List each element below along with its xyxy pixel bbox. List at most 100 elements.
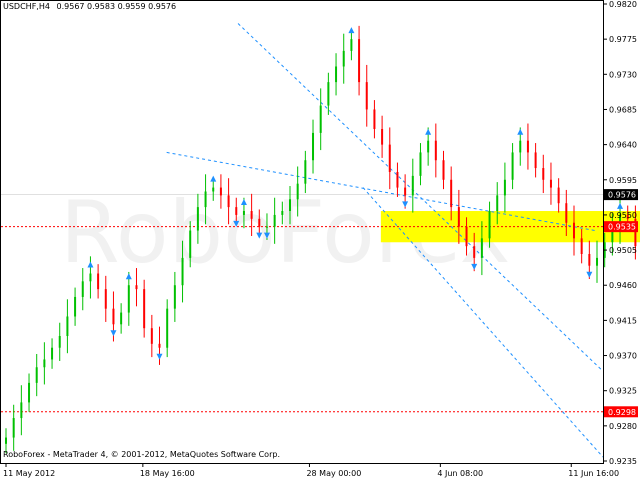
bear-candle: [143, 289, 146, 329]
bull-candle: [519, 140, 522, 153]
bear-candle: [457, 207, 460, 227]
x-tick-label: 4 Jun 08:00: [437, 469, 483, 478]
fractal-up-arrow: [425, 128, 432, 135]
bull-candle: [20, 402, 23, 419]
y-tick-label: 0.9685: [609, 105, 637, 114]
bear-candle: [388, 144, 391, 172]
bear-candle: [442, 160, 445, 180]
bull-candle: [89, 273, 92, 282]
bear-candle: [112, 308, 115, 325]
y-tick-label: 0.9640: [609, 141, 637, 150]
y-tick-label: 0.9280: [609, 422, 637, 431]
x-tick-label: 18 May 16:00: [140, 469, 195, 478]
bull-candle: [327, 82, 330, 106]
fractal-up-arrow: [617, 202, 624, 209]
fractal-up-arrow: [210, 175, 217, 182]
bear-candle: [219, 187, 222, 196]
bear-candle: [542, 168, 545, 180]
bear-candle: [450, 179, 453, 208]
chart-window[interactable]: RoboForex 0.9820 0.9775 0.9730 0.9685 0.9640…: [0, 0, 640, 480]
x-tick-label: 11 May 2012: [3, 469, 55, 478]
bear-candle: [473, 246, 476, 258]
bear-candle: [135, 285, 138, 290]
y-tick-label: 0.9460: [609, 281, 637, 290]
bull-candle: [51, 347, 54, 360]
bull-candle: [242, 211, 245, 215]
copyright-notice: RoboForex - MetaTrader 4, © 2001-2012, M…: [3, 450, 280, 459]
bull-candle: [596, 257, 599, 266]
bear-candle: [588, 253, 591, 266]
bear-candle: [465, 226, 468, 247]
bull-candle: [58, 336, 61, 348]
y-tick-label: 0.9325: [609, 387, 637, 396]
y-tick-label: 0.9595: [609, 176, 637, 185]
bull-candle: [120, 312, 123, 325]
bull-candle: [488, 211, 491, 239]
bull-candle: [296, 183, 299, 200]
bear-candle: [250, 211, 253, 219]
bear-candle: [365, 82, 368, 110]
bull-candle: [181, 257, 184, 286]
bull-candle: [74, 296, 77, 317]
bear-candle: [150, 328, 153, 344]
bear-candle: [97, 273, 100, 290]
bear-candle: [549, 179, 552, 188]
bull-candle: [511, 152, 514, 180]
price-chart[interactable]: RoboForex 0.98200.97750.97300.96850.9640…: [0, 0, 640, 480]
level-price-label: 0.9298: [608, 408, 636, 417]
bull-candle: [66, 316, 69, 337]
bull-candle: [273, 214, 276, 227]
bull-candle: [204, 191, 207, 208]
bear-candle: [227, 195, 230, 208]
y-tick-label: 0.9415: [609, 316, 637, 325]
bull-candle: [28, 382, 31, 403]
y-tick-label: 0.9820: [609, 0, 637, 9]
fractal-up-arrow: [348, 27, 355, 34]
ohlc-quote: 0.9567 0.9583 0.9559 0.9576: [56, 2, 177, 11]
bull-candle: [319, 105, 322, 133]
bull-candle: [196, 207, 199, 231]
bull-candle: [212, 187, 215, 192]
bull-candle: [304, 160, 307, 184]
y-tick-label: 0.9775: [609, 35, 637, 44]
fractal-down-arrow: [586, 271, 593, 278]
bull-candle: [503, 179, 506, 196]
bear-candle: [526, 140, 529, 153]
x-tick-label: 28 May 00:00: [306, 469, 361, 478]
bull-candle: [288, 199, 291, 212]
bear-candle: [557, 187, 560, 204]
chart-title: USDCHF,H4 0.9567 0.9583 0.9559 0.9576: [3, 2, 176, 12]
bull-candle: [342, 50, 345, 67]
bull-candle: [350, 39, 353, 51]
bear-candle: [580, 238, 583, 254]
bull-candle: [419, 152, 422, 176]
y-tick-label: 0.9730: [609, 70, 637, 79]
bear-candle: [534, 152, 537, 169]
fractal-down-arrow: [156, 353, 163, 360]
current-price-label: 0.9576: [608, 191, 636, 200]
bear-candle: [404, 187, 407, 196]
bull-candle: [480, 238, 483, 258]
bear-candle: [104, 289, 107, 309]
bear-candle: [396, 171, 399, 188]
y-tick-label: 0.9550: [609, 211, 637, 220]
bull-candle: [335, 66, 338, 83]
bear-candle: [373, 109, 376, 129]
bull-candle: [166, 308, 169, 348]
bull-candle: [127, 285, 130, 313]
bear-candle: [381, 128, 384, 145]
bull-candle: [496, 195, 499, 212]
level-price-label: 0.9535: [608, 223, 636, 232]
x-tick-label: 11 Jun 16:00: [568, 469, 619, 478]
fractal-up-arrow: [517, 128, 524, 135]
bear-candle: [258, 218, 261, 227]
bull-candle: [265, 226, 268, 228]
bear-candle: [572, 222, 575, 239]
symbol-timeframe: USDCHF,H4: [3, 2, 50, 11]
y-tick-label: 0.9235: [609, 457, 637, 466]
bull-candle: [173, 285, 176, 309]
bear-candle: [358, 39, 361, 83]
bear-candle: [235, 207, 238, 215]
bull-candle: [43, 359, 46, 368]
fractal-down-arrow: [110, 330, 117, 337]
